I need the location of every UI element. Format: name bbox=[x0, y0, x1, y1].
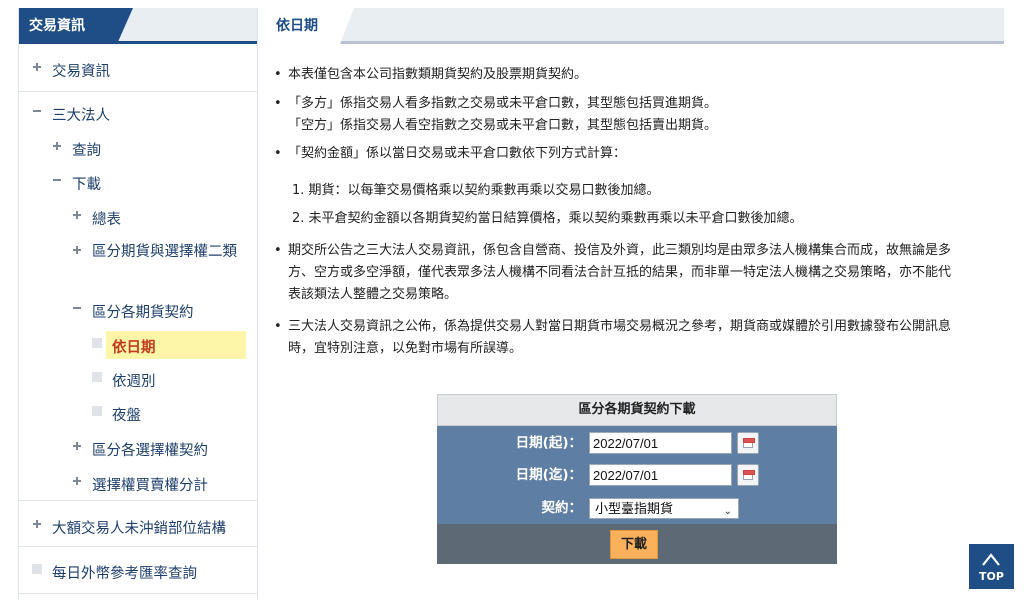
expand-icon bbox=[72, 441, 82, 451]
note-text: 「空方」係指交易人看空指數之交易或未平倉口數，其型態包括賣出期貨。 bbox=[288, 118, 718, 133]
sidebar-item-label: 選擇權買賣權分計 bbox=[92, 477, 208, 494]
collapse-icon bbox=[72, 303, 82, 313]
note-text: 時，宜特別注意，以免對市場有所誤導。 bbox=[288, 341, 523, 356]
sidebar-item-label: 區分各選擇權契約 bbox=[92, 442, 208, 459]
sidebar-item-institutional[interactable]: 三大法人 bbox=[32, 101, 110, 127]
divider bbox=[19, 500, 257, 501]
sidebar-item-options-contracts[interactable]: 區分各選擇權契約 bbox=[72, 436, 208, 462]
end-date-label: 日期(迄)： bbox=[515, 467, 582, 483]
page-title-corner bbox=[340, 8, 354, 44]
bullet-icon: • bbox=[274, 243, 282, 258]
download-panel: 區分各期貨契約下載 日期(起)： 日期(迄)： 契約： 小型臺指期貨 ⌄ 下載 bbox=[437, 394, 837, 564]
expand-icon bbox=[72, 245, 82, 255]
sidebar-item-label: 區分期貨與選擇權二類 bbox=[92, 244, 237, 260]
note-item: • 期交所公告之三大法人交易資訊，係包含自營商、投信及外資，此三類別均是由眾多法… bbox=[274, 240, 951, 306]
sidebar-item-query[interactable]: 查詢 bbox=[52, 136, 101, 162]
download-button[interactable]: 下載 bbox=[610, 530, 658, 559]
page-title: 依日期 bbox=[268, 8, 340, 44]
expand-icon bbox=[72, 210, 82, 220]
sidebar-item-fx-rates[interactable]: 每日外幣參考匯率查詢 bbox=[32, 559, 197, 585]
sidebar-item-summary[interactable]: 總表 bbox=[72, 205, 121, 231]
sidebar-item-label: 下載 bbox=[72, 176, 101, 193]
note-text: 「多方」係指交易人看多指數之交易或未平倉口數，其型態包括買進期貨。 bbox=[288, 96, 718, 111]
note-item: • 本表僅包含本公司指數類期貨契約及股票期貨契約。 bbox=[274, 64, 587, 86]
note-text: 表該類法人整體之交易策略。 bbox=[288, 287, 458, 302]
sidebar-header: 交易資訊 bbox=[19, 8, 257, 44]
end-date-input[interactable] bbox=[589, 464, 732, 486]
sidebar-item-label: 依日期 bbox=[112, 339, 156, 356]
back-to-top-label: TOP bbox=[979, 570, 1004, 583]
expand-icon bbox=[32, 519, 42, 529]
sidebar-item-night-session[interactable]: 夜盤 bbox=[92, 401, 141, 427]
calendar-icon bbox=[743, 470, 755, 480]
collapse-icon bbox=[32, 106, 42, 116]
divider bbox=[19, 593, 257, 594]
note-item: • 「多方」係指交易人看多指數之交易或未平倉口數，其型態包括買進期貨。 「空方」… bbox=[274, 93, 717, 137]
contract-select[interactable]: 小型臺指期貨 ⌄ bbox=[589, 498, 739, 519]
expand-icon bbox=[72, 476, 82, 486]
divider bbox=[19, 546, 257, 547]
sidebar-item-label: 依週別 bbox=[112, 373, 156, 390]
contract-select-value: 小型臺指期貨 bbox=[595, 501, 674, 516]
sidebar-item-futures-contracts[interactable]: 區分各期貨契約 bbox=[72, 298, 194, 324]
expand-icon bbox=[32, 62, 42, 72]
sidebar-item-download[interactable]: 下載 bbox=[52, 170, 101, 196]
sidebar-item-large-traders[interactable]: 大額交易人未沖銷部位結構 bbox=[32, 514, 226, 540]
start-date-label: 日期(起)： bbox=[515, 435, 582, 451]
bullet-icon bbox=[92, 372, 102, 382]
sidebar-item-futures-options[interactable]: 區分期貨與選擇權二類 bbox=[72, 240, 242, 288]
contract-label: 契約： bbox=[541, 500, 583, 516]
calendar-icon bbox=[743, 438, 755, 448]
sidebar-item-label: 每日外幣參考匯率查詢 bbox=[52, 565, 197, 582]
note-text: 方、空方或多空淨額，僅代表眾多法人機構不同看法合計互抵的結果，而非單一特定法人機… bbox=[288, 265, 952, 280]
note-text: 「契約金額」係以當日交易或未平倉口數依下列方式計算： bbox=[288, 146, 627, 161]
note-text: 三大法人交易資訊之公佈，係為提供交易人對當日期貨市場交易概況之參考，期貨商或媒體… bbox=[288, 319, 952, 334]
note-subitem: 1. 期貨：以每筆交易價格乘以契約乘數再乘以交易口數後加總。 bbox=[292, 183, 660, 198]
bullet-icon bbox=[92, 406, 102, 416]
chevron-down-icon: ⌄ bbox=[723, 506, 732, 517]
expand-icon bbox=[52, 141, 62, 151]
sidebar-item-label: 查詢 bbox=[72, 142, 101, 159]
sidebar-tab-corner bbox=[117, 8, 133, 44]
sidebar-item-label: 大額交易人未沖銷部位結構 bbox=[52, 520, 226, 537]
sidebar-item-label: 區分各期貨契約 bbox=[92, 304, 194, 321]
back-to-top-button[interactable]: TOP bbox=[969, 544, 1014, 589]
bullet-icon bbox=[32, 564, 42, 574]
start-date-input[interactable] bbox=[589, 432, 732, 454]
content-header: 依日期 bbox=[268, 8, 1004, 44]
sidebar-title: 交易資訊 bbox=[19, 8, 117, 44]
bullet-icon: • bbox=[274, 96, 282, 111]
end-date-calendar-button[interactable] bbox=[737, 464, 759, 486]
sidebar-item-label: 三大法人 bbox=[52, 107, 110, 124]
sidebar-item-by-date[interactable]: 依日期 bbox=[92, 333, 156, 359]
note-subitem: 2. 未平倉契約金額以各期貨契約當日結算價格，乘以契約乘數再乘以未平倉口數後加總… bbox=[292, 211, 803, 226]
bullet-icon: • bbox=[274, 67, 282, 82]
start-date-calendar-button[interactable] bbox=[737, 432, 759, 454]
bullet-icon bbox=[92, 338, 102, 348]
divider bbox=[19, 91, 257, 92]
note-text: 本表僅包含本公司指數類期貨契約及股票期貨契約。 bbox=[288, 67, 588, 82]
bullet-icon: • bbox=[274, 146, 282, 161]
chevron-up-icon bbox=[982, 553, 1000, 566]
note-item: • 「契約金額」係以當日交易或未平倉口數依下列方式計算： bbox=[274, 143, 626, 165]
sidebar-item-trading-info[interactable]: 交易資訊 bbox=[32, 57, 110, 83]
sidebar-item-label: 交易資訊 bbox=[52, 63, 110, 80]
sidebar-item-call-put[interactable]: 選擇權買賣權分計 bbox=[72, 471, 208, 497]
note-item: • 三大法人交易資訊之公佈，係為提供交易人對當日期貨市場交易概況之參考，期貨商或… bbox=[274, 316, 951, 360]
note-text: 期交所公告之三大法人交易資訊，係包含自營商、投信及外資，此三類別均是由眾多法人機… bbox=[288, 243, 952, 258]
sidebar-item-by-week[interactable]: 依週別 bbox=[92, 367, 156, 393]
collapse-icon bbox=[52, 175, 62, 185]
sidebar-item-label: 總表 bbox=[92, 211, 121, 228]
sidebar-item-label: 夜盤 bbox=[112, 407, 141, 424]
download-panel-title: 區分各期貨契約下載 bbox=[437, 394, 837, 426]
bullet-icon: • bbox=[274, 319, 282, 334]
